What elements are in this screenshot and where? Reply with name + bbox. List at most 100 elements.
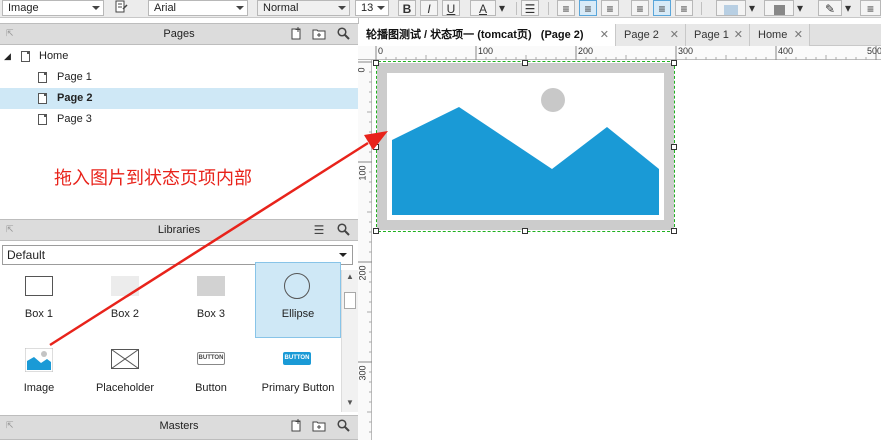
library-item-ellipse[interactable]: Ellipse — [255, 262, 341, 338]
library-item-label: Image — [23, 382, 55, 394]
font-weight-select[interactable]: Normal — [257, 0, 350, 16]
scrollbar-thumb[interactable] — [344, 292, 356, 309]
resize-handle[interactable] — [373, 228, 379, 234]
tab-page-1[interactable]: Page 1 ✕ — [686, 24, 750, 46]
library-item-label: Button — [195, 382, 227, 394]
toolbar: Image Arial Normal 13 B I U A ▾ ☰ ≡ ≡ ≡ … — [0, 0, 881, 18]
align-top-icon[interactable]: ≡ — [631, 0, 649, 16]
format-painter-icon[interactable] — [110, 0, 132, 16]
masters-panel-header: ⇱ Masters — [0, 415, 358, 440]
resize-handle[interactable] — [522, 60, 528, 66]
chevron-down-icon — [338, 6, 346, 10]
menu-icon[interactable]: ☰ — [312, 223, 326, 237]
box-icon — [25, 276, 53, 296]
masters-panel-title: Masters — [159, 420, 199, 432]
close-icon[interactable]: ✕ — [670, 24, 679, 46]
library-item-primary-button[interactable]: BUTTON Primary Button — [255, 342, 341, 406]
font-size-select[interactable]: 13 — [355, 0, 389, 16]
bullet-list-icon[interactable]: ☰ — [521, 0, 539, 16]
library-item-label: Box 1 — [24, 308, 54, 320]
chevron-down-icon[interactable]: ▾ — [496, 0, 508, 16]
line-style-icon[interactable]: ≡ — [860, 0, 881, 16]
font-size-value: 13 — [361, 2, 374, 14]
placeholder-icon — [111, 349, 139, 369]
line-color-icon[interactable]: ✎ — [818, 0, 842, 16]
annotation-text: 拖入图片到状态页项内部 — [54, 168, 252, 189]
resize-handle[interactable] — [671, 228, 677, 234]
tab-label: Page 1 — [694, 29, 729, 41]
shadow-button[interactable] — [764, 0, 794, 16]
resize-handle[interactable] — [373, 144, 379, 150]
chevron-down-icon — [236, 6, 244, 10]
library-item-label: Placeholder — [95, 382, 155, 394]
close-icon[interactable]: ✕ — [794, 24, 803, 46]
resize-handle[interactable] — [522, 228, 528, 234]
library-item-label: Box 2 — [110, 308, 140, 320]
add-folder-icon[interactable] — [312, 419, 326, 433]
scroll-down-icon[interactable]: ▼ — [346, 398, 354, 407]
library-item-placeholder[interactable]: Placeholder — [82, 342, 168, 406]
tree-item-page-3[interactable]: Page 3 — [0, 109, 358, 130]
resize-handle[interactable] — [671, 144, 677, 150]
ruler-ticks — [375, 46, 877, 60]
library-item-image[interactable]: Image — [0, 342, 82, 406]
align-left-icon[interactable]: ≡ — [557, 0, 575, 16]
bold-button[interactable]: B — [398, 0, 416, 16]
chevron-down-icon[interactable]: ▾ — [746, 0, 758, 16]
tree-item-label: Home — [39, 50, 69, 62]
underline-button[interactable]: U — [442, 0, 460, 16]
close-icon[interactable]: ✕ — [600, 24, 609, 46]
tree-item-home[interactable]: ◢ Home — [0, 46, 358, 67]
tab-label: Home — [758, 29, 788, 41]
align-center-icon[interactable]: ≡ — [579, 0, 597, 16]
expand-triangle-icon[interactable]: ◢ — [4, 46, 11, 67]
chevron-down-icon — [377, 6, 385, 10]
search-icon[interactable] — [336, 27, 350, 41]
add-page-icon[interactable] — [289, 27, 303, 41]
tree-item-label: Page 2 — [57, 92, 93, 104]
button-icon-text: BUTTON — [198, 355, 224, 361]
library-item-box-3[interactable]: Box 3 — [168, 268, 254, 332]
button-icon-text: BUTTON — [284, 355, 310, 361]
library-item-box-2[interactable]: Box 2 — [82, 268, 168, 332]
library-item-box-1[interactable]: Box 1 — [0, 268, 82, 332]
chevron-down-icon[interactable]: ▾ — [794, 0, 806, 16]
tab-page-2[interactable]: Page 2 ✕ — [616, 24, 686, 46]
ruler-label: 100 — [478, 46, 494, 56]
resize-handle[interactable] — [671, 60, 677, 66]
search-icon[interactable] — [336, 419, 350, 433]
pages-panel-header: ⇱ Pages — [0, 23, 358, 45]
tree-item-page-1[interactable]: Page 1 — [0, 67, 358, 88]
font-color-button[interactable]: A — [470, 0, 496, 16]
chevron-down-icon — [339, 253, 347, 257]
library-item-button[interactable]: BUTTON Button — [168, 342, 254, 406]
add-master-icon[interactable] — [289, 419, 303, 433]
toolbar-divider — [701, 2, 702, 15]
image-icon — [25, 348, 53, 372]
library-scrollbar[interactable]: ▲ ▼ — [341, 270, 358, 412]
widget-type-select[interactable]: Image — [2, 0, 104, 16]
tab-home[interactable]: Home ✕ — [750, 24, 810, 46]
tree-item-label: Page 3 — [57, 113, 92, 125]
align-middle-icon[interactable]: ≡ — [653, 0, 671, 16]
italic-button[interactable]: I — [420, 0, 438, 16]
search-icon[interactable] — [336, 223, 350, 237]
tab-state-page-2[interactable]: 轮播图测试 / 状态项一 (tomcat页) (Page 2) ✕ — [358, 24, 616, 46]
align-right-icon[interactable]: ≡ — [601, 0, 619, 16]
font-family-select[interactable]: Arial — [148, 0, 248, 16]
fill-color-button[interactable] — [716, 0, 746, 16]
tree-item-page-2[interactable]: Page 2 — [0, 88, 358, 109]
image-widget[interactable] — [377, 63, 674, 230]
add-folder-icon[interactable] — [312, 27, 326, 41]
page-icon — [38, 114, 47, 125]
tab-label: Page 2 — [624, 29, 659, 41]
chevron-down-icon[interactable]: ▾ — [842, 0, 854, 16]
page-icon — [21, 51, 30, 62]
close-icon[interactable]: ✕ — [734, 24, 743, 46]
box-gray-icon — [197, 276, 225, 296]
chevron-down-icon — [92, 6, 100, 10]
resize-handle[interactable] — [373, 60, 379, 66]
align-bottom-icon[interactable]: ≡ — [675, 0, 693, 16]
ruler-label: 300 — [678, 46, 694, 56]
scroll-up-icon[interactable]: ▲ — [346, 272, 354, 281]
